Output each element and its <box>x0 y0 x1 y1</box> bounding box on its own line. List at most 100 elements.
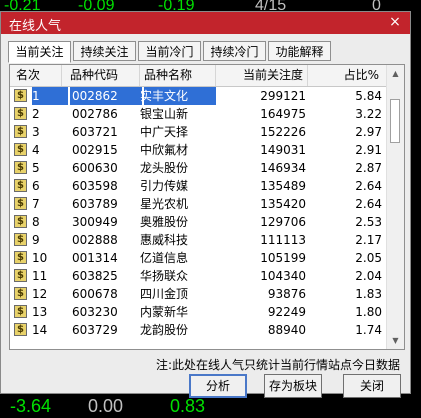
name-cell: 龙韵股份 <box>140 323 189 337</box>
table-row[interactable]: $9 002888 惠威科技 111113 2.17 <box>10 231 388 249</box>
table-row[interactable]: $11 603825 华扬联众 104340 2.04 <box>10 267 388 285</box>
stock-icon: $ <box>14 143 27 156</box>
attention-cell: 164975 <box>260 107 306 121</box>
name-cell: 惠威科技 <box>140 233 189 247</box>
attention-cell: 93876 <box>267 287 306 301</box>
code-cell: 603825 <box>72 269 118 283</box>
name-cell: 实丰文化 <box>140 89 189 103</box>
attention-cell: 129706 <box>260 215 306 229</box>
table-row[interactable]: $10 001314 亿道信息 105199 2.05 <box>10 249 388 267</box>
percent-cell: 3.22 <box>355 107 382 121</box>
attention-cell: 105199 <box>260 251 306 265</box>
close-button[interactable]: 关闭 <box>343 374 401 398</box>
code-cell: 002888 <box>72 233 118 247</box>
background-quote: 0.83 <box>170 396 206 416</box>
stock-icon: $ <box>14 161 27 174</box>
code-cell: 001314 <box>72 251 118 265</box>
table-row[interactable]: $8 300949 奥雅股份 129706 2.53 <box>10 213 388 231</box>
scroll-down-icon[interactable]: ▼ <box>387 332 404 349</box>
table-row[interactable]: $5 600630 龙头股份 146934 2.87 <box>10 159 388 177</box>
column-header-attention[interactable]: 当前关注度 <box>216 65 308 86</box>
rank-cell: 7 <box>32 197 40 211</box>
attention-cell: 152226 <box>260 125 306 139</box>
stock-icon: $ <box>14 287 27 300</box>
percent-cell: 2.87 <box>355 161 382 175</box>
table-header: 名次 品种代码 品种名称 当前关注度 占比% <box>10 65 388 87</box>
column-header-rank[interactable]: 名次 <box>10 65 62 86</box>
code-cell: 603230 <box>72 305 118 319</box>
table-row[interactable]: $14 603729 龙韵股份 88940 1.74 <box>10 321 388 339</box>
percent-cell: 5.84 <box>355 89 382 103</box>
background-quote: -3.64 <box>10 396 52 416</box>
column-header-code[interactable]: 品种代码 <box>62 65 140 86</box>
column-header-name[interactable]: 品种名称 <box>140 65 216 86</box>
code-cell: 603789 <box>72 197 118 211</box>
tab-current-focus[interactable]: 当前关注 <box>8 41 71 63</box>
dialog-title: 在线人气 <box>9 19 62 34</box>
percent-cell: 2.97 <box>355 125 382 139</box>
attention-cell: 88940 <box>267 323 306 337</box>
code-cell: 600678 <box>72 287 118 301</box>
table-row[interactable]: $1 002862 实丰文化 299121 5.84 <box>10 87 388 105</box>
code-cell: 002862 <box>72 89 118 103</box>
rank-cell: 11 <box>32 269 48 283</box>
popularity-dialog: 在线人气 × 当前关注 持续关注 当前冷门 持续冷门 功能解释 名次 品种代码 … <box>0 11 411 398</box>
name-cell: 银宝山新 <box>140 107 189 121</box>
name-cell: 内蒙新华 <box>140 305 189 319</box>
rank-cell: 5 <box>32 161 40 175</box>
code-cell: 603721 <box>72 125 118 139</box>
rank-cell: 4 <box>32 143 40 157</box>
table-row[interactable]: $12 600678 四川金顶 93876 1.83 <box>10 285 388 303</box>
table-row[interactable]: $3 603721 中广天择 152226 2.97 <box>10 123 388 141</box>
table-row[interactable]: $6 603598 引力传媒 135489 2.64 <box>10 177 388 195</box>
analyze-button[interactable]: 分析 <box>189 374 247 398</box>
tab-function-help[interactable]: 功能解释 <box>268 41 331 61</box>
code-cell: 300949 <box>72 215 118 229</box>
stock-icon: $ <box>14 233 27 246</box>
percent-cell: 2.91 <box>355 143 382 157</box>
attention-cell: 149031 <box>260 143 306 157</box>
table-row[interactable]: $2 002786 银宝山新 164975 3.22 <box>10 105 388 123</box>
code-cell: 600630 <box>72 161 118 175</box>
scroll-thumb[interactable] <box>390 99 400 143</box>
close-icon[interactable]: × <box>383 14 407 31</box>
rank-cell: 12 <box>32 287 48 301</box>
table-row[interactable]: $4 002915 中欣氟材 149031 2.91 <box>10 141 388 159</box>
save-block-button[interactable]: 存为板块 <box>264 374 322 398</box>
name-cell: 华扬联众 <box>140 269 189 283</box>
dialog-titlebar[interactable]: 在线人气 × <box>1 12 410 34</box>
percent-cell: 2.53 <box>355 215 382 229</box>
rank-cell: 14 <box>32 323 48 337</box>
column-header-percent[interactable]: 占比% <box>308 65 388 86</box>
stock-icon: $ <box>14 89 27 102</box>
attention-cell: 92249 <box>267 305 306 319</box>
stock-icon: $ <box>14 215 27 228</box>
percent-cell: 1.80 <box>355 305 382 319</box>
tab-current-cold[interactable]: 当前冷门 <box>138 41 201 61</box>
attention-cell: 135489 <box>260 179 306 193</box>
stock-icon: $ <box>14 305 27 318</box>
vertical-scrollbar[interactable]: ▲ ▼ <box>386 65 404 349</box>
name-cell: 中广天择 <box>140 125 189 139</box>
rank-cell: 3 <box>32 125 40 139</box>
rank-cell: 1 <box>32 89 40 103</box>
table-body: $1 002862 实丰文化 299121 5.84 $2 002786 银宝山新 164975… <box>10 87 388 339</box>
stock-icon: $ <box>14 323 27 336</box>
tab-sustained-focus[interactable]: 持续关注 <box>73 41 136 61</box>
rank-cell: 8 <box>32 215 40 229</box>
stock-icon: $ <box>14 269 27 282</box>
table-row[interactable]: $13 603230 内蒙新华 92249 1.80 <box>10 303 388 321</box>
name-cell: 星光农机 <box>140 197 189 211</box>
scroll-up-icon[interactable]: ▲ <box>387 65 404 82</box>
name-cell: 亿道信息 <box>140 251 189 265</box>
percent-cell: 2.05 <box>355 251 382 265</box>
tab-sustained-cold[interactable]: 持续冷门 <box>203 41 266 61</box>
name-cell: 中欣氟材 <box>140 143 189 157</box>
table-row[interactable]: $7 603789 星光农机 135420 2.64 <box>10 195 388 213</box>
name-cell: 四川金顶 <box>140 287 189 301</box>
name-cell: 引力传媒 <box>140 179 189 193</box>
stock-icon: $ <box>14 107 27 120</box>
stock-icon: $ <box>14 179 27 192</box>
percent-cell: 1.74 <box>355 323 382 337</box>
attention-cell: 104340 <box>260 269 306 283</box>
